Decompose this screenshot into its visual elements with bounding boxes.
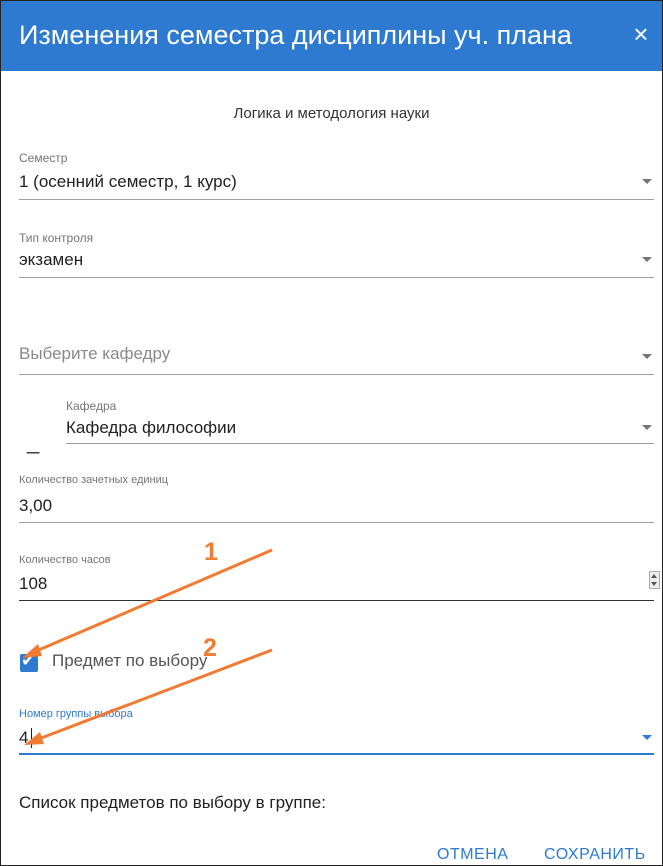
arrowhead-1-icon <box>22 644 42 658</box>
annotation-label-2: 2 <box>203 634 217 662</box>
annotation-label-1: 1 <box>204 538 218 566</box>
annotation-arrow-1 <box>33 548 273 654</box>
annotation-arrow-2 <box>35 648 273 742</box>
arrowhead-2-icon <box>24 732 44 745</box>
annotation-arrows <box>22 548 273 745</box>
